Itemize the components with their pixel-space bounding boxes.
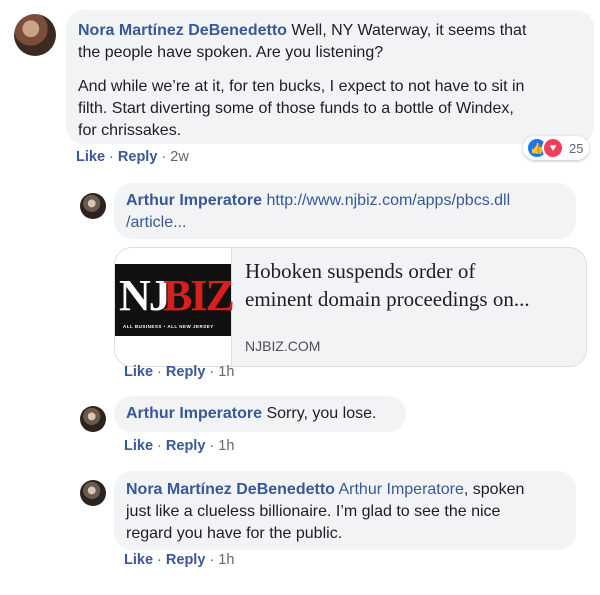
comment-line: Arthur Imperatore Sorry, you lose.	[126, 403, 376, 425]
link-preview-image: NJ BIZ ALL BUSINESS • ALL NEW JERSEY	[115, 248, 235, 366]
avatar[interactable]	[80, 480, 106, 506]
avatar[interactable]	[80, 193, 106, 219]
mention-link[interactable]: Arthur Imperatore	[335, 481, 463, 498]
comment-timestamp[interactable]: 2w	[170, 149, 189, 165]
comment-text: just like a clueless billionaire. I’m gl…	[126, 503, 501, 520]
comment-timestamp[interactable]: 1h	[218, 364, 234, 380]
comment-timestamp[interactable]: 1h	[218, 552, 234, 568]
comment-actions: Like · Reply · 1h	[124, 364, 234, 380]
reaction-summary[interactable]: 👍 ♥ 25	[523, 136, 589, 160]
comment-link[interactable]: http://www.njbiz.com/apps/pbcs.dll	[262, 192, 510, 209]
comment-text: Well, NY Waterway, it seems that	[286, 22, 527, 39]
separator: ·	[153, 552, 166, 568]
comment-timestamp[interactable]: 1h	[218, 438, 234, 454]
avatar[interactable]	[80, 406, 106, 432]
like-link[interactable]: Like	[124, 552, 153, 568]
reply-link[interactable]: Reply	[166, 364, 206, 380]
logo-text: NJ	[119, 271, 171, 320]
link-preview-card[interactable]: NJ BIZ ALL BUSINESS • ALL NEW JERSEY Hob…	[114, 247, 587, 367]
separator: ·	[105, 149, 118, 165]
comment-author[interactable]: Arthur Imperatore	[126, 192, 262, 209]
link-preview-title[interactable]: Hoboken suspends order of	[245, 257, 475, 285]
comment-line: Nora Martínez DeBenedetto Well, NY Water…	[78, 20, 526, 42]
comment-link[interactable]: /article...	[126, 212, 186, 234]
comment-actions: Like · Reply · 1h	[124, 552, 234, 568]
comment-text: And while we’re at it, for ten bucks, I …	[78, 78, 525, 95]
logo-text: BIZ	[163, 271, 235, 320]
like-link[interactable]: Like	[76, 149, 105, 165]
comment-bubble: Nora Martínez DeBenedetto Well, NY Water…	[66, 10, 594, 144]
comment-bubble: Arthur Imperatore http://www.njbiz.com/a…	[114, 183, 576, 239]
like-link[interactable]: Like	[124, 438, 153, 454]
comment-text: filth. Start diverting some of those fun…	[78, 100, 514, 117]
comment-bubble: Arthur Imperatore Sorry, you lose.	[114, 396, 406, 432]
comment-author[interactable]: Nora Martínez DeBenedetto	[78, 22, 287, 39]
comment-text: , spoken	[463, 481, 525, 498]
separator: ·	[205, 364, 219, 380]
comment-text: the people have spoken. Are you listenin…	[78, 44, 384, 61]
comment-author[interactable]: Arthur Imperatore	[126, 405, 262, 422]
heart-icon: ♥	[542, 137, 564, 159]
njbiz-logo: NJ BIZ ALL BUSINESS • ALL NEW JERSEY	[115, 264, 235, 336]
reply-link[interactable]: Reply	[166, 552, 206, 568]
comment-text: Sorry, you lose.	[262, 405, 377, 422]
separator: ·	[153, 364, 166, 380]
comment-actions: Like · Reply · 1h	[124, 438, 234, 454]
reply-link[interactable]: Reply	[166, 438, 206, 454]
separator: ·	[157, 149, 171, 165]
reply-link[interactable]: Reply	[118, 149, 158, 165]
reaction-count: 25	[569, 140, 584, 156]
comment-line: Arthur Imperatore http://www.njbiz.com/a…	[126, 190, 510, 212]
comment-bubble: Nora Martínez DeBenedetto Arthur Imperat…	[114, 471, 576, 550]
logo-tagline: ALL BUSINESS • ALL NEW JERSEY	[123, 324, 214, 329]
avatar[interactable]	[14, 14, 56, 56]
separator: ·	[205, 438, 219, 454]
comment-line: Nora Martínez DeBenedetto Arthur Imperat…	[126, 479, 524, 501]
link-preview-domain: NJBIZ.COM	[245, 338, 321, 354]
link-preview-title[interactable]: eminent domain proceedings on...	[245, 285, 530, 313]
comment-text: for chrissakes.	[78, 122, 182, 139]
like-link[interactable]: Like	[124, 364, 153, 380]
comment-text: regard you have for the public.	[126, 525, 343, 542]
comment-author[interactable]: Nora Martínez DeBenedetto	[126, 481, 335, 498]
separator: ·	[205, 552, 219, 568]
separator: ·	[153, 438, 166, 454]
comment-actions: Like · Reply · 2w	[76, 149, 189, 165]
